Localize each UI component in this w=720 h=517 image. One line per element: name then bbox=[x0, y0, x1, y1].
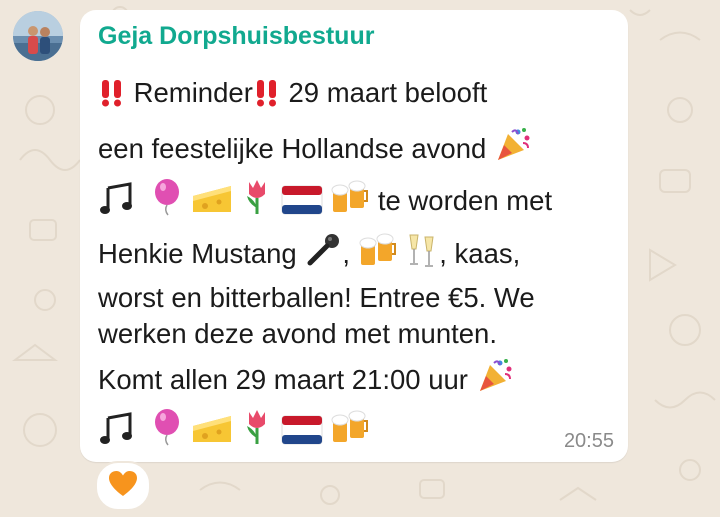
music-notes-icon bbox=[98, 412, 142, 446]
double-exclamation-icon bbox=[253, 78, 281, 108]
comma-text: , bbox=[342, 238, 350, 269]
beer-mugs-icon bbox=[330, 178, 370, 216]
balloon-icon bbox=[150, 178, 184, 216]
double-exclamation-icon bbox=[98, 78, 126, 108]
microphone-icon bbox=[304, 231, 342, 269]
sender-name[interactable]: Geja Dorpshuisbestuur bbox=[98, 19, 374, 53]
message-text: een feestelijke Hollandse avond bbox=[98, 133, 487, 164]
reaction-badge[interactable] bbox=[95, 461, 151, 511]
beer-mugs-icon bbox=[330, 408, 370, 446]
sender-avatar[interactable] bbox=[13, 11, 63, 61]
tulip-icon bbox=[241, 176, 273, 216]
reminder-text: Reminder bbox=[133, 77, 253, 108]
party-popper-icon bbox=[494, 126, 532, 164]
message-text: te worden met bbox=[377, 185, 553, 216]
message-timestamp: 20:55 bbox=[563, 430, 614, 452]
beer-mugs-icon bbox=[358, 231, 398, 269]
party-popper-icon bbox=[476, 357, 514, 395]
champagne-glasses-icon bbox=[405, 231, 439, 269]
message-line-2: een feestelijke Hollandse avond bbox=[98, 126, 532, 169]
message-line-3: te worden met bbox=[98, 176, 552, 221]
balloon-icon bbox=[150, 408, 184, 446]
music-notes-icon bbox=[98, 182, 142, 216]
message-line-7: Komt allen 29 maart 21:00 uur bbox=[98, 357, 514, 400]
date-text: 29 maart belooft bbox=[288, 77, 488, 108]
cheese-icon bbox=[191, 182, 233, 216]
message-text: , kaas, bbox=[439, 238, 521, 269]
message-line-5: worst en bitterballen! Entree €5. We bbox=[98, 282, 535, 313]
netherlands-flag-icon bbox=[281, 414, 323, 446]
netherlands-flag-icon bbox=[281, 184, 323, 216]
message-line-1: Reminder 29 maart belooft bbox=[98, 73, 487, 113]
orange-heart-icon bbox=[108, 470, 138, 503]
message-line-4: Henkie Mustang , , kaas, bbox=[98, 231, 520, 274]
message-text: Komt allen 29 maart 21:00 uur bbox=[98, 364, 468, 395]
message-line-6: werken deze avond met munten. bbox=[98, 318, 497, 349]
cheese-icon bbox=[191, 412, 233, 446]
tulip-icon bbox=[241, 406, 273, 446]
artist-name: Henkie Mustang bbox=[98, 238, 297, 269]
message-bubble[interactable]: Geja Dorpshuisbestuur Reminder 29 maart … bbox=[80, 10, 628, 462]
message-line-8 bbox=[98, 406, 370, 451]
